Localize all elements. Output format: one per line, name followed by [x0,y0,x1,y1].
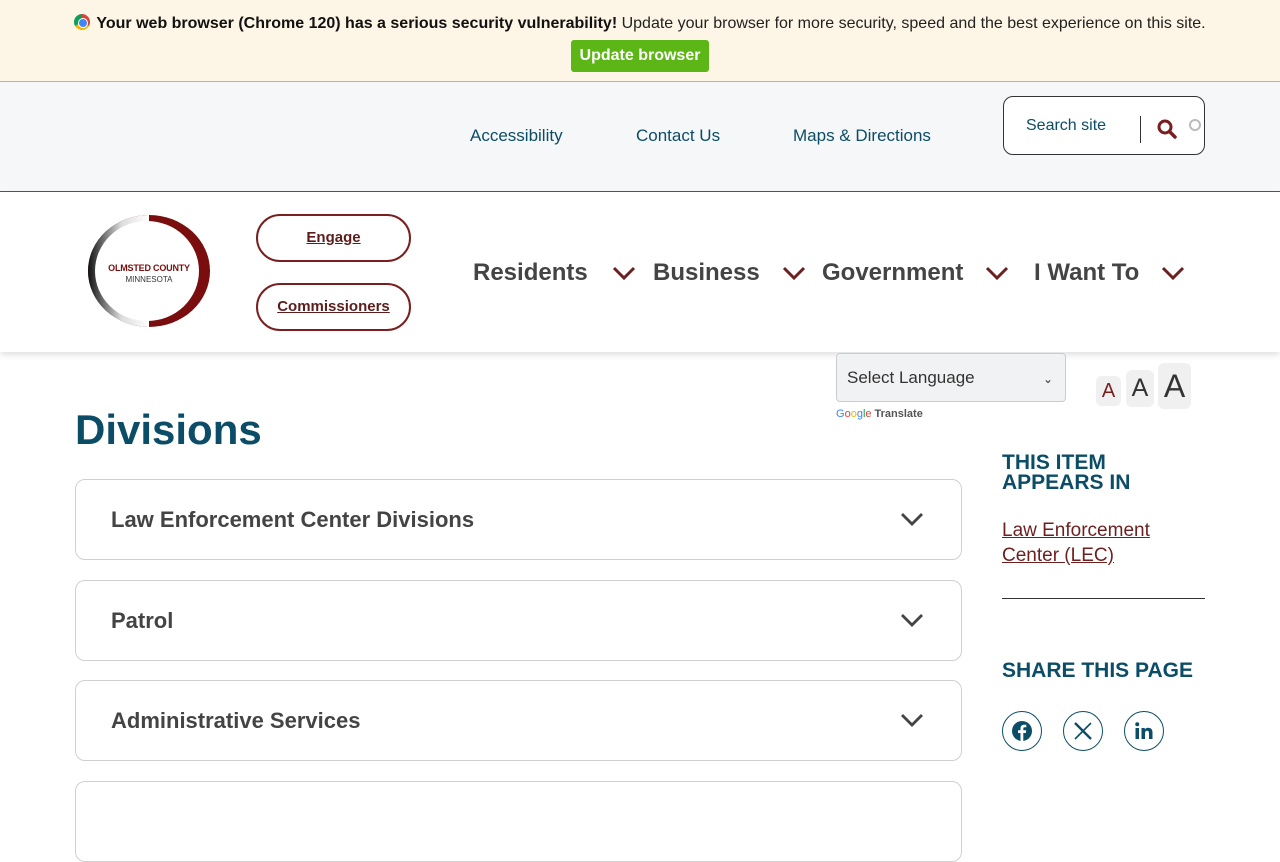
chrome-icon [74,14,91,30]
banner-message: Your web browser (Chrome 120) has a seri… [0,14,1280,34]
share-heading: SHARE THIS PAGE [1002,659,1193,682]
nav-government[interactable]: Government [822,256,1009,290]
share-linkedin-button[interactable] [1124,711,1164,751]
share-x-button[interactable] [1063,711,1103,751]
nav-residents[interactable]: Residents [473,256,636,290]
facebook-icon [1012,721,1032,741]
language-select[interactable]: Select Language [836,353,1066,402]
chevron-down-icon [986,266,1009,281]
chevron-down-icon [612,266,635,281]
chevron-down-icon [1162,266,1185,281]
search-divider [1140,116,1141,143]
main-header: OLMSTED COUNTY MINNESOTA Engage Commissi… [0,192,1280,352]
appears-in-link[interactable]: Law Enforcement Center (LEC) [1002,518,1202,568]
search-box [1003,96,1205,155]
nav-residents-label: Residents [473,259,588,286]
banner-bold-text: Your web browser (Chrome 120) has a seri… [96,15,618,32]
accordion-label: Administrative Services [111,708,361,733]
font-size-large-button[interactable]: A [1158,363,1191,409]
contact-us-link[interactable]: Contact Us [636,126,720,146]
accordion-item[interactable]: Patrol [75,580,962,661]
chevron-down-icon: ⌄ [1043,372,1054,386]
loading-spinner-icon [1189,119,1201,131]
county-logo[interactable]: OLMSTED COUNTY MINNESOTA [87,214,211,328]
nav-i-want-to-label: I Want To [1034,259,1140,286]
page-title: Divisions [75,406,262,453]
accordion-label: Law Enforcement Center Divisions [111,507,475,532]
search-icon [1157,119,1177,139]
accordion-item[interactable]: Law Enforcement Center Divisions [75,479,962,560]
engage-button[interactable]: Engage [256,214,411,262]
commissioners-button[interactable]: Commissioners [256,283,411,331]
chevron-down-icon [901,614,923,627]
share-facebook-button[interactable] [1002,711,1042,751]
logo-line2: MINNESOTA [125,275,173,284]
sidebar-divider [1002,598,1205,599]
linkedin-icon [1135,722,1153,739]
nav-i-want-to[interactable]: I Want To [1034,256,1185,290]
utility-bar: Accessibility Contact Us Maps & Directio… [0,82,1280,192]
google-translate-credit: Google Translate [836,408,923,420]
browser-update-banner: Your web browser (Chrome 120) has a seri… [0,0,1280,82]
translate-label: Translate [874,408,923,420]
chevron-down-icon [782,266,805,281]
chevron-down-icon [901,714,923,727]
banner-text: Update your browser for more security, s… [617,15,1206,32]
nav-government-label: Government [822,259,964,286]
nav-business[interactable]: Business [653,256,806,290]
chevron-down-icon [901,513,923,526]
search-button[interactable] [1154,117,1180,143]
logo-line1: OLMSTED COUNTY [108,263,190,273]
nav-business-label: Business [653,259,760,286]
maps-directions-link[interactable]: Maps & Directions [793,126,931,146]
x-icon [1074,722,1092,740]
font-size-small-button[interactable]: A [1096,376,1121,406]
update-browser-button[interactable]: Update browser [571,40,709,72]
accordion-label: Patrol [111,608,174,633]
accessibility-link[interactable]: Accessibility [470,126,563,146]
appears-in-heading: THIS ITEM APPEARS IN [1002,451,1131,494]
accordion-item-partial[interactable] [75,781,962,862]
font-size-medium-button[interactable]: A [1126,370,1154,407]
search-input[interactable] [1022,113,1140,139]
accordion-item[interactable]: Administrative Services [75,680,962,761]
